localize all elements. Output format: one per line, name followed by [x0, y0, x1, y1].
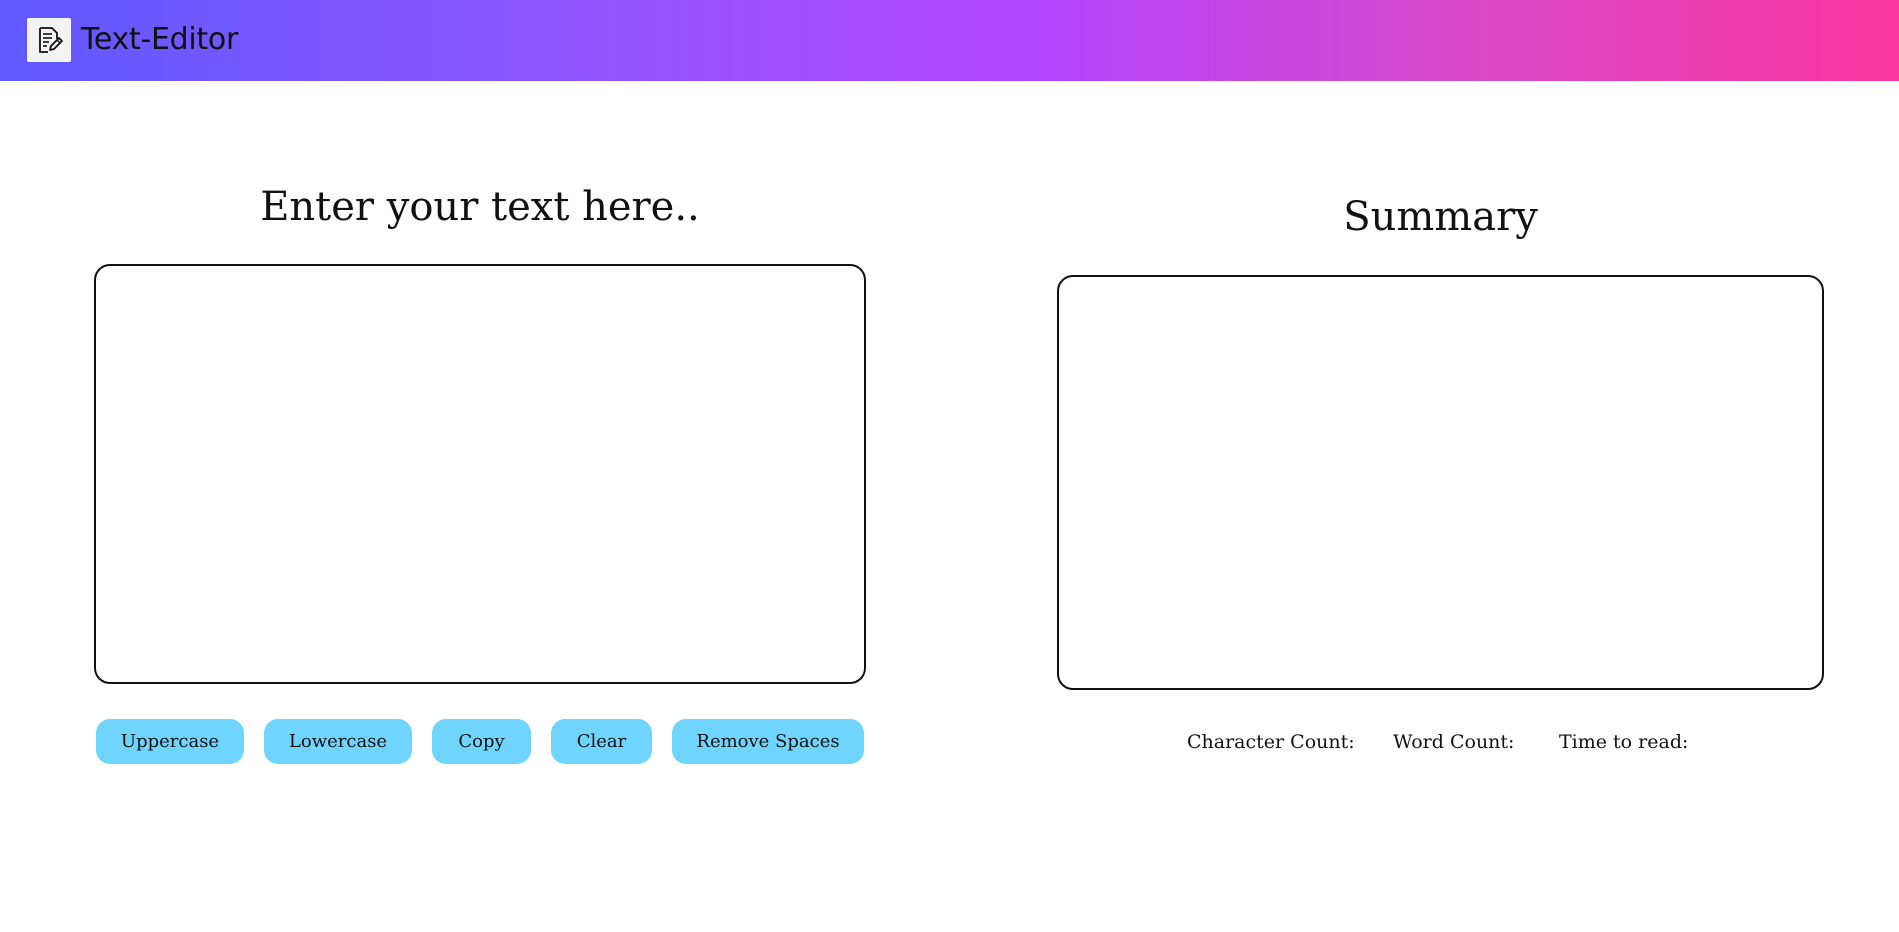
uppercase-button[interactable]: Uppercase	[96, 719, 244, 764]
summary-output-area[interactable]	[1057, 275, 1824, 690]
edit-note-icon[interactable]	[27, 18, 71, 62]
word-count-label: Word Count:	[1393, 731, 1515, 753]
copy-button[interactable]: Copy	[432, 719, 531, 764]
summary-heading: Summary	[1343, 194, 1538, 240]
text-input-area[interactable]	[94, 264, 866, 684]
navbar: Text-Editor	[0, 0, 1899, 81]
lowercase-button[interactable]: Lowercase	[264, 719, 412, 764]
clear-button[interactable]: Clear	[551, 719, 652, 764]
character-count-label: Character Count:	[1187, 731, 1355, 753]
remove-spaces-button[interactable]: Remove Spaces	[672, 719, 864, 764]
editor-heading: Enter your text here..	[260, 184, 700, 230]
app-title[interactable]: Text-Editor	[81, 19, 238, 61]
time-to-read-label: Time to read:	[1559, 731, 1689, 753]
